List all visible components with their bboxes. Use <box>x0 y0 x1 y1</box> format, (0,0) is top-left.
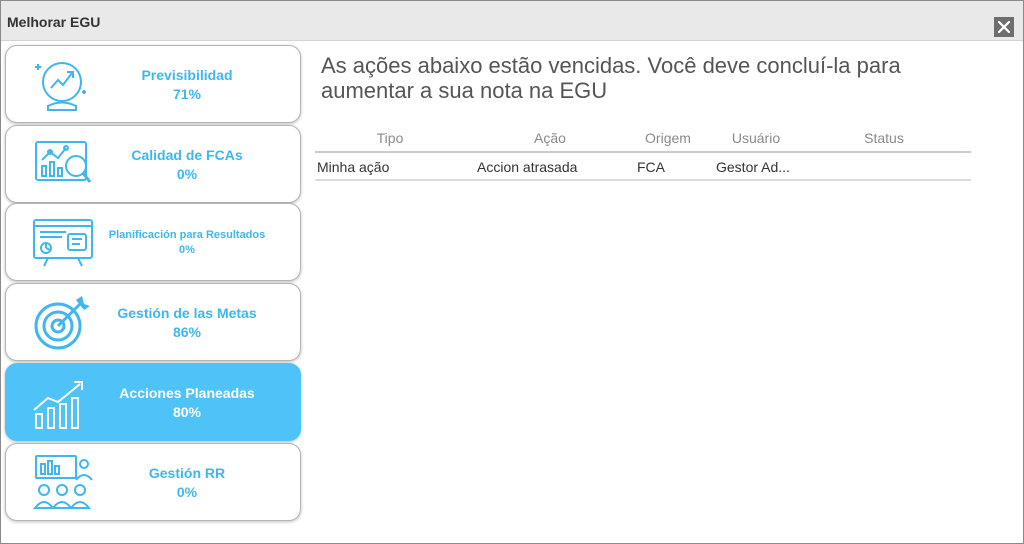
table-row[interactable]: Minha ação Accion atrasada FCA Gestor Ad… <box>315 153 971 181</box>
sidebar-item-percent: 86% <box>172 324 202 340</box>
chart-magnifier-icon <box>35 141 92 183</box>
overdue-actions-table: Tipo Ação Origem Usuário Status Minha aç… <box>315 127 971 181</box>
sidebar-item-label: Gestión RR <box>148 465 226 481</box>
column-header-status[interactable]: Status <box>849 130 919 146</box>
column-header-acao[interactable]: Ação <box>515 130 585 146</box>
crystal-ball-chart-icon <box>35 62 86 111</box>
sidebar-item-label: Acciones Planeadas <box>119 385 255 401</box>
sidebar-item-percent: 0% <box>176 484 198 500</box>
page-title: As ações abaixo estão vencidas. Você dev… <box>321 53 901 103</box>
column-header-origem[interactable]: Origem <box>633 130 703 146</box>
sidebar-item-label: Previsibilidad <box>141 67 233 83</box>
close-button[interactable] <box>994 17 1014 37</box>
category-sidebar: Previsibilidad 71% Calidad de FCAs 0% Pl… <box>5 45 301 521</box>
presentation-board-icon <box>33 219 93 267</box>
sidebar-item-gestion-rr[interactable]: Gestión RR 0% <box>5 443 301 521</box>
sidebar-item-percent: 71% <box>172 86 202 102</box>
table-header: Tipo Ação Origem Usuário Status <box>315 127 971 153</box>
cell-acao: Accion atrasada <box>477 159 578 175</box>
cell-usuario: Gestor Ad... <box>716 159 790 175</box>
sidebar-item-acciones-planeadas[interactable]: Acciones Planeadas 80% <box>5 363 301 441</box>
growth-bars-icon <box>33 381 83 429</box>
sidebar-item-planificacion[interactable]: Planificación para Resultados 0% <box>5 203 301 281</box>
column-header-usuario[interactable]: Usuário <box>721 130 791 146</box>
dialog-window: Melhorar EGU Previsibilidad 71% Calidad … <box>0 0 1024 544</box>
target-arrow-icon <box>34 296 90 350</box>
sidebar-item-percent: 80% <box>172 404 202 420</box>
title-bar: Melhorar EGU <box>1 1 1023 41</box>
team-presentation-icon <box>32 455 93 509</box>
close-icon <box>998 21 1010 33</box>
column-header-tipo[interactable]: Tipo <box>355 130 425 146</box>
sidebar-item-calidad-fcas[interactable]: Calidad de FCAs 0% <box>5 125 301 203</box>
sidebar-item-percent: 0% <box>176 166 198 182</box>
sidebar-item-label: Calidad de FCAs <box>131 147 243 163</box>
sidebar-item-label: Planificación para Resultados <box>108 229 266 241</box>
cell-tipo: Minha ação <box>317 159 390 175</box>
window-title: Melhorar EGU <box>7 14 101 30</box>
sidebar-item-previsibilidad[interactable]: Previsibilidad 71% <box>5 45 301 123</box>
sidebar-item-label: Gestión de las Metas <box>117 305 257 321</box>
sidebar-item-percent: 0% <box>179 244 195 256</box>
sidebar-item-gestion-metas[interactable]: Gestión de las Metas 86% <box>5 283 301 361</box>
main-panel: As ações abaixo estão vencidas. Você dev… <box>315 53 1011 181</box>
cell-origem: FCA <box>637 159 665 175</box>
